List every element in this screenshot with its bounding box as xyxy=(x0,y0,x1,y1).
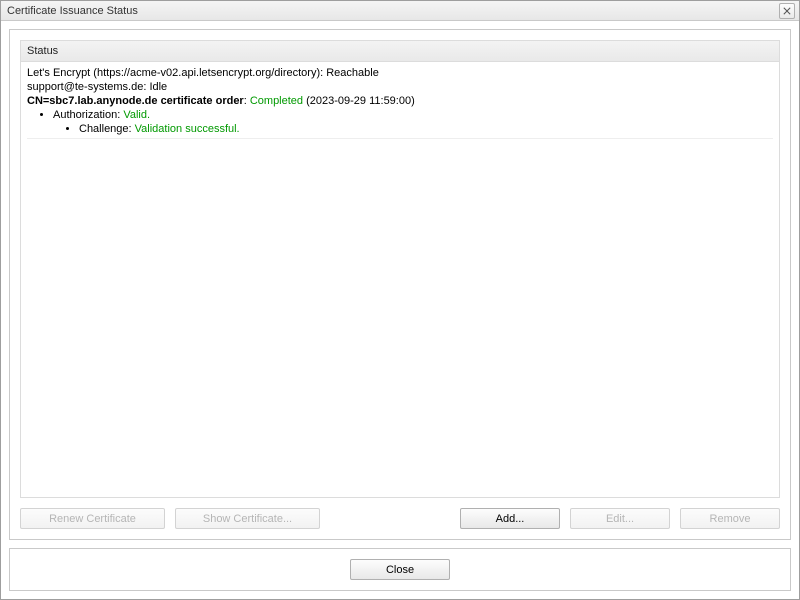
divider xyxy=(27,138,773,139)
status-line-order: CN=sbc7.lab.anynode.de certificate order… xyxy=(27,94,773,108)
status-body: Let's Encrypt (https://acme-v02.api.lets… xyxy=(20,62,780,498)
renew-certificate-button[interactable]: Renew Certificate xyxy=(20,508,165,529)
close-icon xyxy=(783,7,791,15)
footer-panel: Close xyxy=(9,548,791,591)
window-title: Certificate Issuance Status xyxy=(7,5,779,17)
dialog-body: Status Let's Encrypt (https://acme-v02.a… xyxy=(1,21,799,599)
status-header: Status xyxy=(20,40,780,62)
status-challenge: Challenge: Validation successful. xyxy=(79,122,773,136)
status-authorization: Authorization: Valid. Challenge: Validat… xyxy=(53,108,773,136)
button-row: Renew Certificate Show Certificate... Ad… xyxy=(20,508,780,529)
add-button[interactable]: Add... xyxy=(460,508,560,529)
status-line-acme: Let's Encrypt (https://acme-v02.api.lets… xyxy=(27,66,773,80)
titlebar: Certificate Issuance Status xyxy=(1,1,799,21)
close-button[interactable]: Close xyxy=(350,559,450,580)
remove-button[interactable]: Remove xyxy=(680,508,780,529)
edit-button[interactable]: Edit... xyxy=(570,508,670,529)
show-certificate-button[interactable]: Show Certificate... xyxy=(175,508,320,529)
window-close-button[interactable] xyxy=(779,3,795,19)
status-line-account: support@te-systems.de: Idle xyxy=(27,80,773,94)
status-panel: Status Let's Encrypt (https://acme-v02.a… xyxy=(9,29,791,540)
dialog-window: Certificate Issuance Status Status Let's… xyxy=(0,0,800,600)
